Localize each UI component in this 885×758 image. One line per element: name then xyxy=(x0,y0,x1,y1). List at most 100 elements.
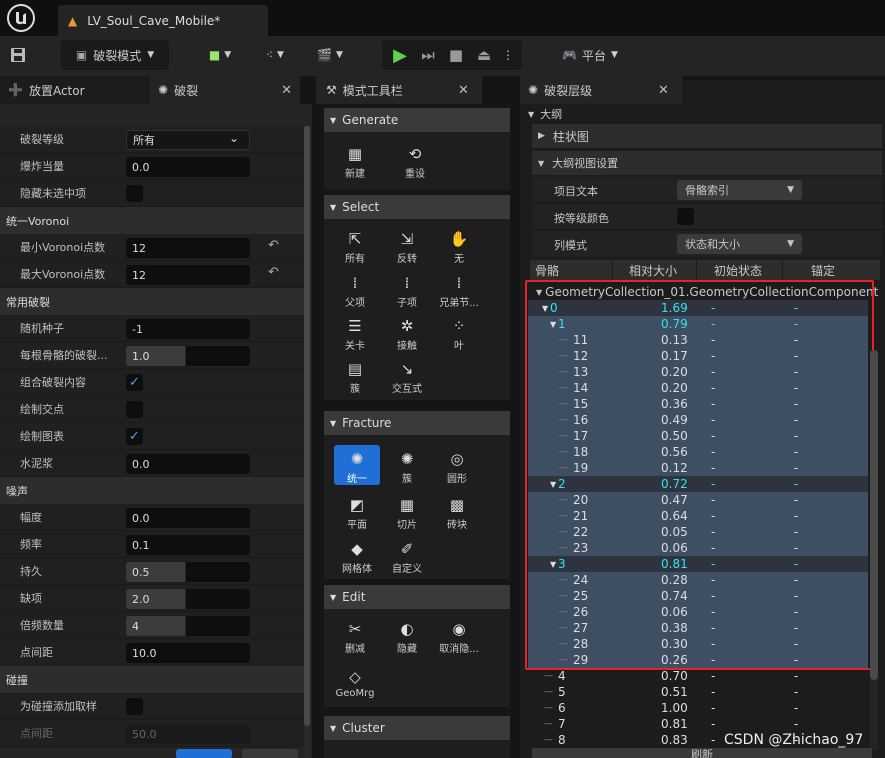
bone-row[interactable]: — 7 0.81 - - xyxy=(528,716,868,732)
step-icon[interactable]: ⏭ xyxy=(414,46,442,64)
tool-button[interactable]: ✲ 接触 xyxy=(384,312,430,352)
tool-button[interactable]: ◆ 网格体 xyxy=(334,535,380,575)
stop-icon[interactable]: ■ xyxy=(442,46,470,64)
property-input[interactable]: 2.0 xyxy=(126,589,250,609)
property-input[interactable]: 0.0 xyxy=(126,508,250,528)
section-header[interactable]: 碰撞 xyxy=(0,666,304,693)
bone-row[interactable]: — 18 0.56 - - xyxy=(528,444,868,460)
bone-row[interactable]: — 21 0.64 - - xyxy=(528,508,868,524)
bone-row[interactable]: ▼ 0 1.69 - - xyxy=(528,300,868,316)
bone-row[interactable]: — 16 0.49 - - xyxy=(528,412,868,428)
bone-row[interactable]: — 22 0.05 - - xyxy=(528,524,868,540)
tool-button[interactable]: ◩ 平面 xyxy=(334,491,380,531)
tab-place-actor[interactable]: ➕ 放置Actor xyxy=(0,76,150,104)
chevron-down-icon[interactable]: ▼ xyxy=(550,320,556,329)
eject-icon[interactable]: ⏏ xyxy=(470,46,498,64)
color-by-level-checkbox[interactable] xyxy=(677,208,694,225)
tool-button[interactable]: ✂ 删减 xyxy=(332,615,378,655)
column-header-relative-size[interactable]: 相对大小 xyxy=(629,262,677,279)
outline-section-header[interactable]: ▼ 大纲 xyxy=(528,106,880,122)
bone-row[interactable]: — 20 0.47 - - xyxy=(528,492,868,508)
tool-button[interactable]: ◇ GeoMrg xyxy=(332,659,378,699)
tree-scrollbar[interactable] xyxy=(870,350,878,750)
tool-button[interactable]: ⇱ 所有 xyxy=(332,225,378,265)
mode-dropdown[interactable]: ▣ 破裂模式 ▼ xyxy=(61,40,169,70)
reset-icon[interactable]: ↶ xyxy=(268,238,279,253)
cinematics-button[interactable]: 🎬 ▼ xyxy=(310,40,350,70)
root-component-row[interactable]: ▼ GeometryCollection_01.GeometryCollecti… xyxy=(536,284,878,300)
property-checkbox[interactable] xyxy=(126,401,143,418)
cancel-button[interactable] xyxy=(242,749,298,758)
tool-group-header[interactable]: ▼ Select xyxy=(324,195,510,219)
bone-row[interactable]: — 27 0.38 - - xyxy=(528,620,868,636)
tool-button[interactable]: ↘ 交互式 xyxy=(384,355,430,395)
property-input[interactable]: 4 xyxy=(126,616,250,636)
property-checkbox[interactable] xyxy=(126,185,143,202)
tool-button[interactable]: ⁞ 父项 xyxy=(332,269,378,309)
tool-button[interactable]: ✋ 无 xyxy=(436,225,482,265)
tool-button[interactable]: ▦ 切片 xyxy=(384,491,430,531)
tool-button[interactable]: ✺ 簇 xyxy=(384,445,430,485)
bone-row[interactable]: ▼ 1 0.79 - - xyxy=(528,316,868,332)
bone-row[interactable]: ▼ 3 0.81 - - xyxy=(528,556,868,572)
close-icon[interactable]: ✕ xyxy=(281,83,292,98)
tool-button[interactable]: ⁞ 兄弟节... xyxy=(436,269,482,309)
item-text-dropdown[interactable]: 骨骼索引 ▼ xyxy=(677,180,802,200)
bone-row[interactable]: — 5 0.51 - - xyxy=(528,684,868,700)
bone-row[interactable]: ▼ 2 0.72 - - xyxy=(528,476,868,492)
bone-row[interactable]: — 26 0.06 - - xyxy=(528,604,868,620)
section-header[interactable]: 常用破裂 xyxy=(0,288,304,315)
tool-button[interactable]: ✺ 统一 xyxy=(334,445,380,485)
tool-button[interactable]: ▦ 新建 xyxy=(332,140,378,180)
bone-row[interactable]: — 17 0.50 - - xyxy=(528,428,868,444)
tool-group-header[interactable]: ▼ Generate xyxy=(324,108,510,132)
property-input[interactable]: 0.0 xyxy=(126,157,250,177)
property-dropdown[interactable]: 所有 ⌄ xyxy=(126,130,250,150)
bone-row[interactable]: — 13 0.20 - - xyxy=(528,364,868,380)
property-input[interactable]: 1.0 xyxy=(126,346,250,366)
column-header-anchored[interactable]: 锚定 xyxy=(811,262,835,279)
property-input[interactable]: 0.1 xyxy=(126,535,250,555)
bone-row[interactable]: — 4 0.70 - - xyxy=(528,668,868,684)
save-icon[interactable] xyxy=(6,40,30,70)
chevron-down-icon[interactable]: ▼ xyxy=(550,480,556,489)
tool-button[interactable]: ⇲ 反转 xyxy=(384,225,430,265)
reset-icon[interactable]: ↶ xyxy=(268,265,279,280)
bone-row[interactable]: — 23 0.06 - - xyxy=(528,540,868,556)
tool-group-header[interactable]: ▼ Edit xyxy=(324,585,510,609)
column-header-initial-state[interactable]: 初始状态 xyxy=(714,262,762,279)
bone-row[interactable]: — 15 0.36 - - xyxy=(528,396,868,412)
bone-row[interactable]: — 11 0.13 - - xyxy=(528,332,868,348)
tool-button[interactable]: ◐ 隐藏 xyxy=(384,615,430,655)
tool-button[interactable]: ▤ 簇 xyxy=(332,355,378,395)
bone-row[interactable]: — 19 0.12 - - xyxy=(528,460,868,476)
play-icon[interactable]: ▶ xyxy=(386,45,414,66)
bone-row[interactable]: — 29 0.26 - - xyxy=(528,652,868,668)
property-checkbox[interactable] xyxy=(126,698,143,715)
chevron-down-icon[interactable]: ▼ xyxy=(542,304,548,313)
tool-button[interactable]: ◎ 圆形 xyxy=(434,445,480,485)
platform-button[interactable]: 🎮 平台 ▼ xyxy=(555,40,625,70)
property-input[interactable]: 0.5 xyxy=(126,562,250,582)
document-tab[interactable]: ▲ LV_Soul_Cave_Mobile* xyxy=(58,5,268,36)
tool-group-header[interactable]: ▼ Cluster xyxy=(324,716,510,740)
bone-row[interactable]: — 28 0.30 - - xyxy=(528,636,868,652)
fracture-button[interactable] xyxy=(176,749,232,758)
tool-button[interactable]: ✐ 自定义 xyxy=(384,535,430,575)
bone-row[interactable]: — 6 1.00 - - xyxy=(528,700,868,716)
add-actor-button[interactable]: ■ ▼ xyxy=(200,40,240,70)
property-checkbox[interactable]: ✓ xyxy=(126,428,143,445)
property-input[interactable]: 10.0 xyxy=(126,643,250,663)
tool-button[interactable]: ⁞ 子项 xyxy=(384,269,430,309)
more-options-icon[interactable]: ⋮ xyxy=(498,48,518,62)
section-header[interactable]: 噪声 xyxy=(0,477,304,504)
blueprint-button[interactable]: ⁖ ▼ xyxy=(255,40,295,70)
close-icon[interactable]: ✕ xyxy=(658,83,669,98)
bone-row[interactable]: — 25 0.74 - - xyxy=(528,588,868,604)
tool-button[interactable]: ⁘ 叶 xyxy=(436,312,482,352)
property-input[interactable]: 12 xyxy=(126,265,250,285)
histogram-section-header[interactable]: ▶ 柱状图 xyxy=(532,124,882,148)
property-input[interactable]: -1 xyxy=(126,319,250,339)
tab-fracture[interactable]: ✺ 破裂 ✕ xyxy=(150,76,300,104)
bone-row[interactable]: — 24 0.28 - - xyxy=(528,572,868,588)
